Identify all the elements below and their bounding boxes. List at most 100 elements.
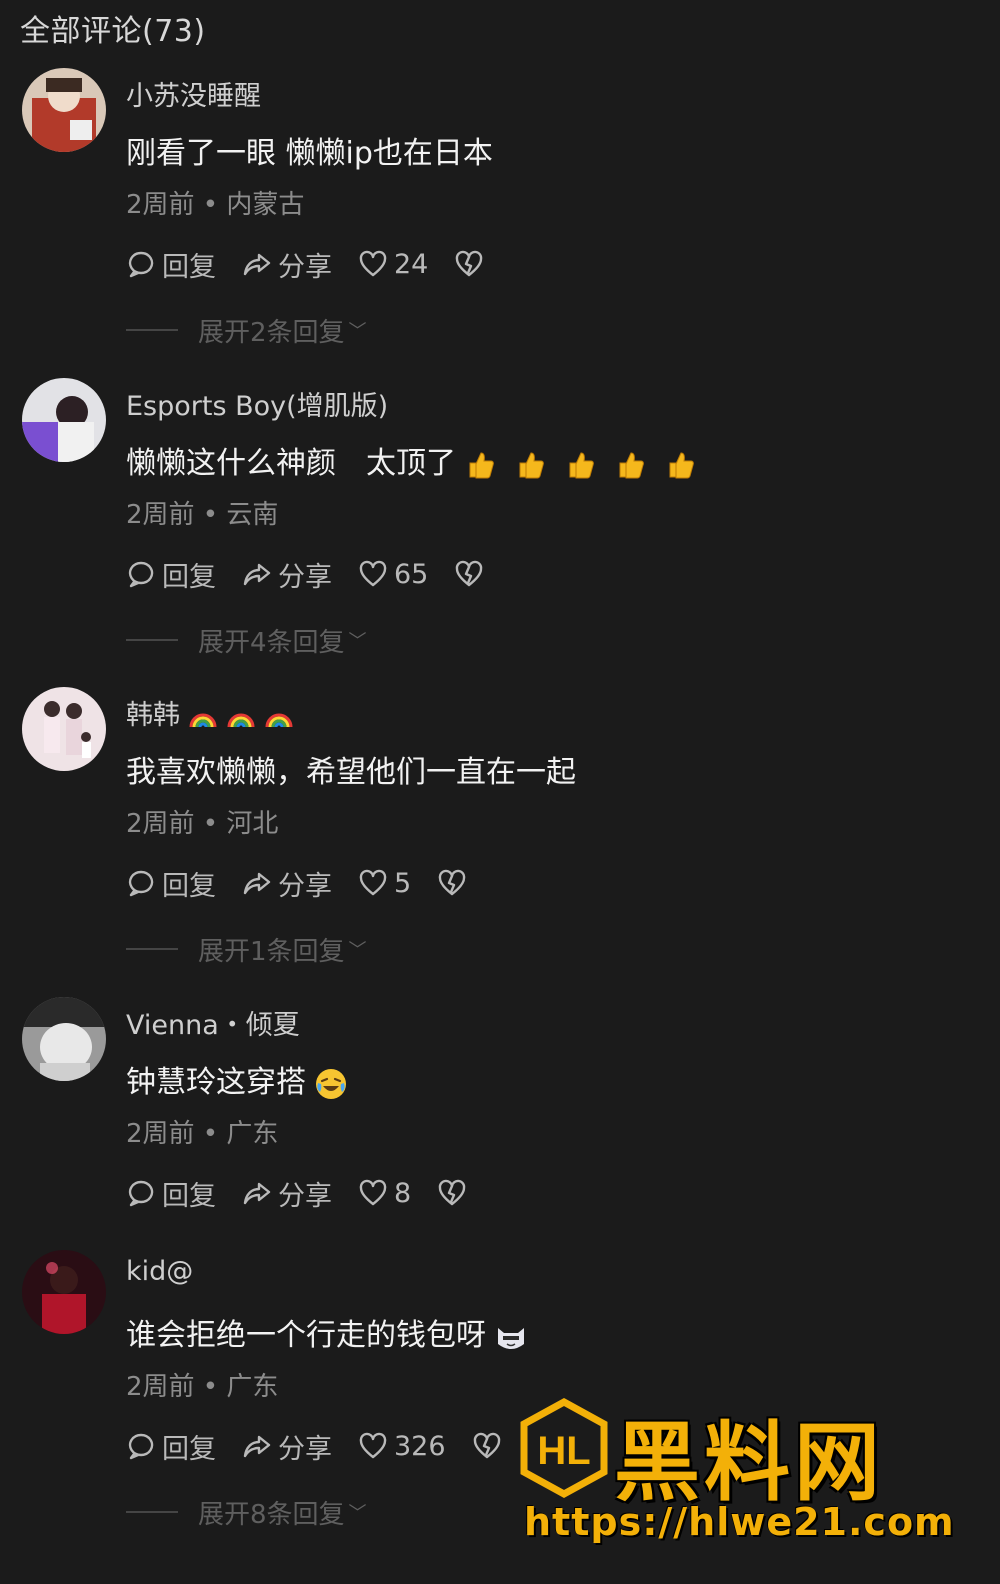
- comment-username[interactable]: kid@: [126, 1256, 193, 1287]
- avatar[interactable]: [22, 378, 106, 462]
- reply-icon: [128, 870, 154, 897]
- expand-replies-button[interactable]: 展开2条回复 ﹀: [126, 312, 367, 348]
- comment-time: 2周前: [126, 500, 195, 530]
- avatar[interactable]: [22, 687, 106, 771]
- watermark-logo: HL: [520, 1398, 608, 1498]
- dislike-button[interactable]: [472, 1431, 502, 1461]
- comment-location: 河北: [226, 809, 279, 839]
- like-button[interactable]: 24: [358, 249, 428, 280]
- dislike-button[interactable]: [454, 249, 484, 279]
- rainbow-emoji: [226, 705, 256, 729]
- like-button[interactable]: 326: [358, 1431, 446, 1462]
- comment-actions: 回复 分享 65: [126, 555, 510, 594]
- expand-replies-button[interactable]: 展开1条回复 ﹀: [126, 931, 367, 967]
- comment-username-text[interactable]: 韩韩: [126, 700, 180, 731]
- comment-text: 懒懒这什么神颜 太顶了: [126, 438, 696, 482]
- heart-icon: [359, 1179, 387, 1206]
- comment-location: 云南: [226, 500, 279, 530]
- expand-replies-label: 展开8条回复: [198, 1499, 345, 1530]
- like-button[interactable]: 65: [358, 559, 428, 590]
- dislike-button[interactable]: [437, 1178, 467, 1208]
- watermark-logo-text: HL: [537, 1429, 590, 1473]
- divider: [126, 329, 178, 331]
- dislike-button[interactable]: [454, 559, 484, 589]
- share-button[interactable]: 分享: [242, 1427, 332, 1466]
- divider: [126, 948, 178, 950]
- comment-username: 韩韩: [126, 693, 294, 732]
- comment-text: 钟慧玲这穿搭: [126, 1057, 348, 1101]
- comment-actions: 回复 分享 24: [126, 245, 510, 284]
- divider: [126, 1511, 178, 1513]
- share-button[interactable]: 分享: [242, 555, 332, 594]
- share-button[interactable]: 分享: [242, 864, 332, 903]
- reply-button[interactable]: 回复: [126, 864, 216, 903]
- watermark-title: 黑料网: [614, 1413, 884, 1513]
- chevron-down-icon: ﹀: [348, 1503, 367, 1524]
- comment-actions: 回复 分享 5: [126, 864, 493, 903]
- reply-label: 回复: [162, 1180, 216, 1212]
- heart-icon: [359, 1432, 387, 1459]
- like-count: 326: [394, 1430, 446, 1462]
- expand-replies-label: 展开2条回复: [198, 317, 345, 348]
- reply-icon: [128, 251, 154, 278]
- comment-meta: 2周前 • 河北: [126, 809, 279, 839]
- watermark: HL 黑料网 https://hlwe21.com: [518, 1398, 988, 1558]
- comments-header: 全部评论(73): [20, 14, 206, 49]
- thumbs-up-emoji: [514, 449, 546, 481]
- comment-meta: 2周前 • 广东: [126, 1119, 279, 1149]
- reply-icon: [128, 1180, 154, 1207]
- reply-button[interactable]: 回复: [126, 1427, 216, 1466]
- reply-button[interactable]: 回复: [126, 1174, 216, 1213]
- like-count: 5: [394, 867, 412, 899]
- share-label: 分享: [278, 251, 332, 283]
- share-label: 分享: [278, 870, 332, 902]
- chevron-down-icon: ﹀: [348, 631, 367, 652]
- share-label: 分享: [278, 1180, 332, 1212]
- share-label: 分享: [278, 1433, 332, 1465]
- reply-button[interactable]: 回复: [126, 555, 216, 594]
- rainbow-emoji: [188, 705, 218, 729]
- share-icon: [243, 253, 271, 276]
- comment-text: 刚看了一眼 懒懒ip也在日本: [126, 136, 493, 171]
- reply-label: 回复: [162, 870, 216, 902]
- comment-time: 2周前: [126, 809, 195, 839]
- avatar[interactable]: [22, 68, 106, 152]
- share-button[interactable]: 分享: [242, 245, 332, 284]
- like-count: 65: [394, 558, 429, 590]
- comment-meta: 2周前 • 内蒙古: [126, 190, 305, 220]
- share-icon: [243, 872, 271, 895]
- like-button[interactable]: 8: [358, 1178, 411, 1209]
- like-button[interactable]: 5: [358, 868, 411, 899]
- comment-time: 2周前: [126, 190, 195, 220]
- heart-icon: [359, 250, 387, 277]
- expand-replies-button[interactable]: 展开8条回复 ﹀: [126, 1494, 367, 1530]
- comment-username[interactable]: Esports Boy(增肌版): [126, 384, 388, 423]
- reply-button[interactable]: 回复: [126, 245, 216, 284]
- reply-icon: [128, 1433, 154, 1460]
- comment-actions: 回复 分享 8: [126, 1174, 493, 1213]
- broken-heart-icon: [456, 250, 483, 277]
- chevron-down-icon: ﹀: [348, 940, 367, 961]
- thumbs-up-emoji: [664, 449, 696, 481]
- dislike-button[interactable]: [437, 868, 467, 898]
- comment-username[interactable]: Vienna・倾夏: [126, 1003, 300, 1042]
- thumbs-up-emoji: [464, 449, 496, 481]
- cat-face-emoji: [494, 1322, 528, 1352]
- heart-icon: [359, 560, 387, 587]
- like-count: 8: [394, 1177, 412, 1209]
- reply-icon: [128, 561, 154, 588]
- comment-actions: 回复 分享 326: [126, 1427, 528, 1466]
- thumbs-up-emoji: [564, 449, 596, 481]
- comment-username[interactable]: 小苏没睡醒: [126, 74, 261, 113]
- expand-replies-button[interactable]: 展开4条回复 ﹀: [126, 622, 367, 658]
- chevron-down-icon: ﹀: [348, 321, 367, 342]
- avatar[interactable]: [22, 1250, 106, 1334]
- share-label: 分享: [278, 561, 332, 593]
- comment-meta: 2周前 • 广东: [126, 1372, 279, 1402]
- heart-icon: [359, 869, 387, 896]
- thumbs-up-emoji: [614, 449, 646, 481]
- comment-meta: 2周前 • 云南: [126, 500, 279, 530]
- share-button[interactable]: 分享: [242, 1174, 332, 1213]
- avatar[interactable]: [22, 997, 106, 1081]
- reply-label: 回复: [162, 251, 216, 283]
